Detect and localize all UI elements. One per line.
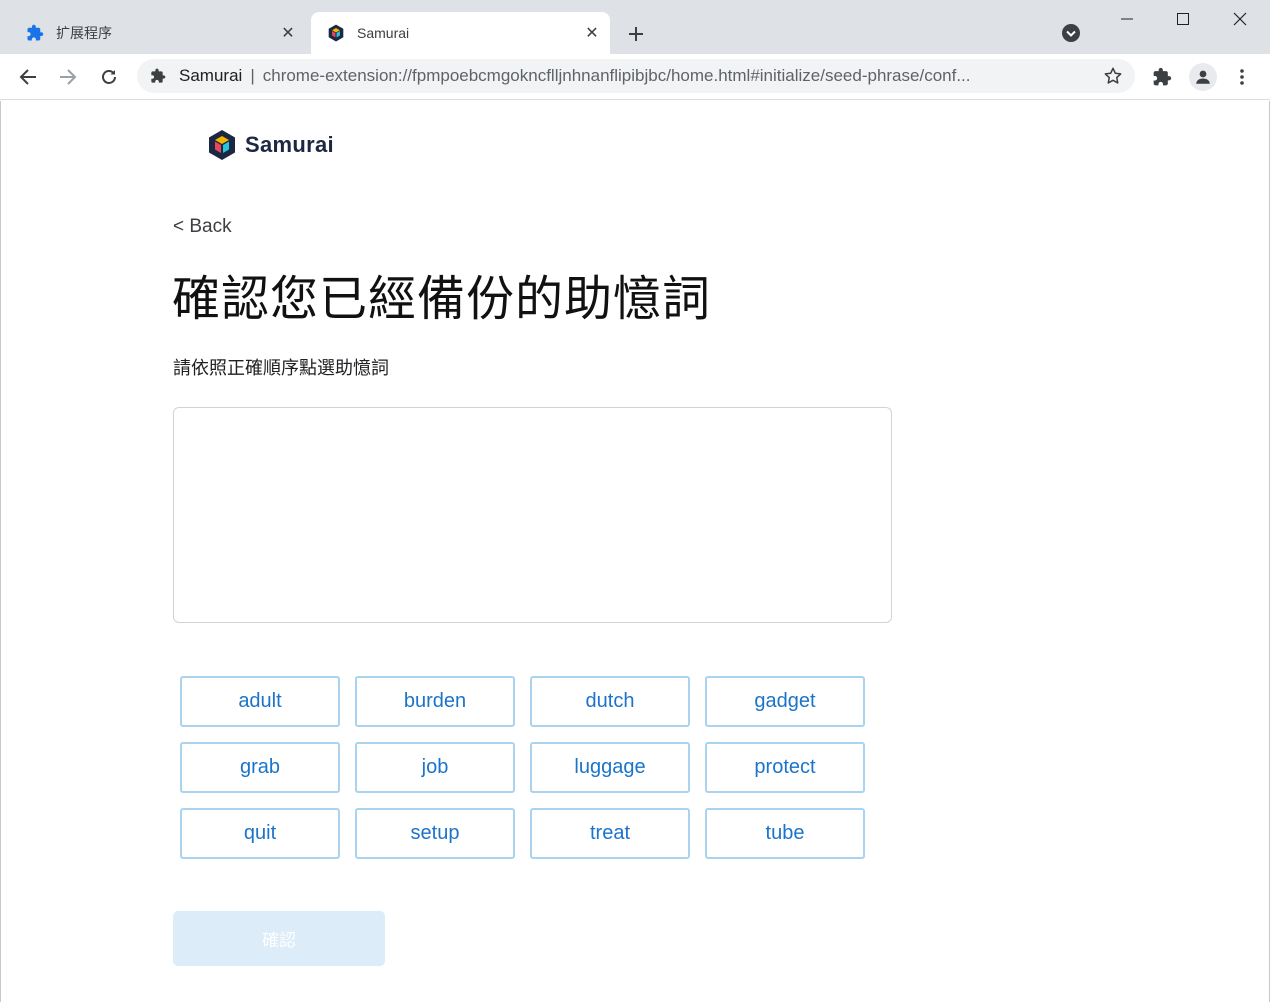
word-button-setup[interactable]: setup bbox=[355, 808, 515, 859]
confirm-button[interactable]: 確認 bbox=[173, 911, 385, 966]
reload-icon[interactable] bbox=[94, 62, 124, 92]
puzzle-icon bbox=[149, 67, 167, 85]
samurai-logo[interactable]: Samurai bbox=[208, 128, 334, 162]
address-bar[interactable]: Samurai | chrome-extension://fpmpoebcmgo… bbox=[137, 59, 1135, 93]
star-icon[interactable] bbox=[1103, 66, 1123, 86]
tab-strip: 扩展程序 ✕ Samurai ✕ bbox=[0, 0, 1270, 54]
word-button-protect[interactable]: protect bbox=[705, 742, 865, 793]
close-icon[interactable]: ✕ bbox=[278, 23, 298, 43]
omnibox-url: chrome-extension://fpmpoebcmgokncflljnhn… bbox=[262, 66, 971, 85]
word-button-dutch[interactable]: dutch bbox=[530, 676, 690, 727]
plus-icon[interactable] bbox=[622, 20, 650, 48]
omnibox-site-name: Samurai bbox=[179, 66, 243, 85]
word-button-adult[interactable]: adult bbox=[180, 676, 340, 727]
tab-title: 扩展程序 bbox=[56, 25, 112, 41]
page-title: 確認您已經備份的助憶詞 bbox=[172, 271, 712, 327]
window-close-icon[interactable] bbox=[1217, 4, 1263, 34]
back-arrow-icon[interactable] bbox=[13, 62, 43, 92]
word-button-gadget[interactable]: gadget bbox=[705, 676, 865, 727]
word-button-tube[interactable]: tube bbox=[705, 808, 865, 859]
page-content: Samurai < Back 確認您已經備份的助憶詞 請依照正確順序點選助憶詞 … bbox=[0, 101, 1270, 1002]
word-button-burden[interactable]: burden bbox=[355, 676, 515, 727]
word-button-quit[interactable]: quit bbox=[180, 808, 340, 859]
tab-search-icon[interactable] bbox=[1060, 22, 1082, 44]
forward-arrow-icon[interactable] bbox=[53, 62, 83, 92]
browser-toolbar: Samurai | chrome-extension://fpmpoebcmgo… bbox=[0, 54, 1270, 100]
tab-samurai[interactable]: Samurai ✕ bbox=[311, 12, 610, 54]
word-button-grab[interactable]: grab bbox=[180, 742, 340, 793]
word-button-treat[interactable]: treat bbox=[530, 808, 690, 859]
kebab-menu-icon[interactable] bbox=[1228, 63, 1256, 91]
extensions-icon[interactable] bbox=[1148, 63, 1176, 91]
brand-name: Samurai bbox=[245, 132, 334, 157]
minimize-icon[interactable] bbox=[1104, 4, 1150, 34]
word-button-job[interactable]: job bbox=[355, 742, 515, 793]
close-icon[interactable]: ✕ bbox=[582, 23, 602, 43]
back-link[interactable]: < Back bbox=[173, 216, 232, 238]
maximize-icon[interactable] bbox=[1160, 4, 1206, 34]
samurai-logo-icon bbox=[209, 130, 235, 160]
samurai-logo-icon bbox=[327, 24, 345, 42]
selected-words-area[interactable] bbox=[173, 407, 892, 623]
omnibox-separator: | bbox=[250, 66, 255, 85]
tab-extensions[interactable]: 扩展程序 ✕ bbox=[10, 12, 306, 54]
puzzle-icon bbox=[26, 24, 44, 42]
word-button-luggage[interactable]: luggage bbox=[530, 742, 690, 793]
instruction-text: 請依照正確順序點選助憶詞 bbox=[173, 358, 389, 379]
profile-avatar-icon[interactable] bbox=[1189, 63, 1217, 91]
tab-title: Samurai bbox=[357, 25, 410, 41]
